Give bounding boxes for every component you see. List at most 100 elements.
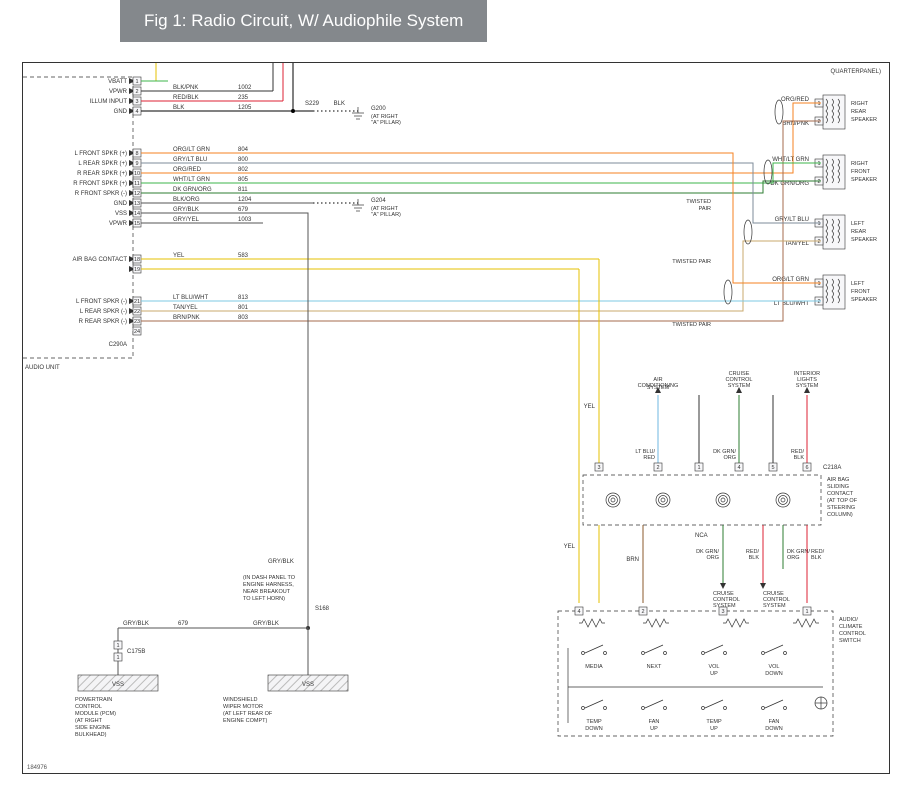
svg-text:2: 2 [641,609,644,615]
svg-text:L REAR SPKR (+): L REAR SPKR (+) [78,161,127,167]
svg-text:1: 1 [805,609,808,615]
svg-text:VSS: VSS [112,682,124,688]
svg-text:CONTROL: CONTROL [75,704,102,710]
pins-mid: L FRONT SPKR (+)8ORG/LT GRN804L REAR SPK… [73,147,313,227]
svg-text:TAN/YEL: TAN/YEL [784,241,809,247]
svg-text:"A" PILLAR): "A" PILLAR) [371,120,401,126]
svg-text:VPWR: VPWR [109,89,128,95]
svg-text:800: 800 [238,157,249,163]
svg-text:SIDE ENGINE: SIDE ENGINE [75,725,111,731]
svg-text:GRY/BLK: GRY/BLK [253,621,279,627]
svg-text:23: 23 [134,319,140,325]
svg-text:L REAR SPKR (-): L REAR SPKR (-) [80,309,127,315]
wiring-svg: QUARTERPANEL) AUDIO UNIT VBATT VPWR ILLU… [23,63,889,773]
audio-unit-outline [23,77,133,358]
svg-text:R FRONT SPKR (-): R FRONT SPKR (-) [75,191,127,197]
svg-text:BLK/ORG: BLK/ORG [173,197,200,203]
svg-text:ORG: ORG [723,455,736,461]
svg-text:1204: 1204 [238,197,252,203]
svg-text:10: 10 [134,171,140,177]
c218a-row: C218A 3 2 1 4 5 6 [595,395,841,471]
svg-text:WHT/LT GRN: WHT/LT GRN [173,177,210,183]
svg-text:L FRONT SPKR (-): L FRONT SPKR (-) [76,299,127,305]
pins-top: VBATT VPWR ILLUM INPUT GND 1 2 3 4 BLK/P… [90,63,401,126]
svg-text:1: 1 [817,281,820,287]
svg-text:BLK: BLK [811,555,822,561]
svg-text:TEMP: TEMP [706,719,722,725]
svg-text:L FRONT SPKR (+): L FRONT SPKR (+) [74,151,127,157]
svg-text:ORG/RED: ORG/RED [173,167,202,173]
svg-text:ORG/RED: ORG/RED [781,97,810,103]
svg-text:MODULE (PCM): MODULE (PCM) [75,711,116,717]
svg-text:VSS: VSS [302,682,314,688]
svg-text:NEAR BREAKOUT: NEAR BREAKOUT [243,589,291,595]
svg-text:"A" PILLAR): "A" PILLAR) [371,212,401,218]
audio-unit-label: AUDIO UNIT [25,365,60,371]
svg-text:C175B: C175B [127,649,145,655]
svg-text:TO LEFT HORN): TO LEFT HORN) [243,596,285,602]
svg-text:9: 9 [135,161,138,167]
svg-text:(IN DASH PANEL TO: (IN DASH PANEL TO [243,575,296,581]
svg-text:VOL: VOL [708,664,719,670]
svg-text:C290A: C290A [109,342,127,348]
svg-text:TWISTED: TWISTED [686,199,711,205]
svg-text:1002: 1002 [238,85,252,91]
svg-text:1: 1 [116,643,119,649]
svg-text:ORG/LT GRN: ORG/LT GRN [173,147,210,153]
pins-bot: L FRONT SPKR (-)21LT BLU/WHT813L REAR SP… [76,295,263,325]
svg-text:3: 3 [597,465,600,471]
svg-text:3: 3 [135,99,138,105]
svg-text:(AT RIGHT: (AT RIGHT [75,718,103,724]
svg-text:DOWN: DOWN [765,726,782,732]
svg-text:22: 22 [134,309,140,315]
svg-text:5: 5 [771,465,774,471]
svg-text:GRY/BLK: GRY/BLK [123,621,149,627]
svg-text:LEFT: LEFT [851,221,865,227]
svg-text:G204: G204 [371,198,386,204]
svg-text:8: 8 [135,151,138,157]
svg-text:2: 2 [135,89,138,95]
svg-text:2: 2 [817,299,820,305]
svg-text:YEL: YEL [173,253,185,259]
svg-text:RED: RED [643,455,655,461]
svg-text:TWISTED PAIR: TWISTED PAIR [672,322,711,328]
svg-text:679: 679 [178,621,189,627]
svg-text:AIR BAG CONTACT: AIR BAG CONTACT [72,257,127,263]
svg-text:UP: UP [710,671,718,677]
svg-text:NCA: NCA [695,533,708,539]
svg-text:UP: UP [650,726,658,732]
svg-text:SPEAKER: SPEAKER [851,297,877,303]
svg-text:DK GRN/ORG: DK GRN/ORG [173,187,212,193]
svg-text:VPWR: VPWR [109,221,128,227]
svg-text:CLIMATE: CLIMATE [839,624,863,630]
svg-text:SYSTEM: SYSTEM [763,603,786,609]
svg-text:15: 15 [134,221,140,227]
svg-text:FRONT: FRONT [851,289,871,295]
svg-text:PAIR: PAIR [699,206,711,212]
svg-text:(AT TOP OF: (AT TOP OF [827,498,858,504]
svg-text:802: 802 [238,167,249,173]
svg-text:SPEAKER: SPEAKER [851,237,877,243]
diagram-canvas: QUARTERPANEL) AUDIO UNIT VBATT VPWR ILLU… [22,62,890,774]
svg-text:1: 1 [697,465,700,471]
svg-text:GRY/YEL: GRY/YEL [173,217,200,223]
svg-text:FAN: FAN [769,719,780,725]
svg-text:SPEAKER: SPEAKER [851,177,877,183]
svg-text:12: 12 [134,191,140,197]
svg-text:ENGINE HARNESS,: ENGINE HARNESS, [243,582,294,588]
svg-text:BRN/PNK: BRN/PNK [782,121,809,127]
svg-text:2: 2 [817,179,820,185]
svg-text:WIPER MOTOR: WIPER MOTOR [223,704,263,710]
svg-text:AUDIO/: AUDIO/ [839,617,858,623]
svg-text:VOL: VOL [768,664,779,670]
svg-text:235: 235 [238,95,249,101]
audio-climate-switch [558,611,833,736]
svg-text:FAN: FAN [649,719,660,725]
svg-text:WINDSHIELD: WINDSHIELD [223,697,258,703]
svg-text:GRY/BLK: GRY/BLK [268,559,294,565]
svg-text:4: 4 [737,465,740,471]
svg-text:VSS: VSS [115,211,127,217]
svg-text:SWITCH: SWITCH [839,638,861,644]
svg-text:LEFT: LEFT [851,281,865,287]
svg-text:811: 811 [238,187,248,193]
